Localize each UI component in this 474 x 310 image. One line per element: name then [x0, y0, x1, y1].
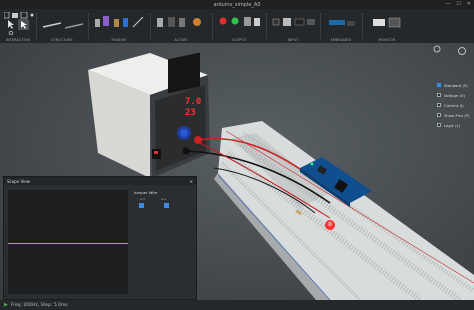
checkbox[interactable] — [437, 103, 441, 107]
group-interaction: INTERACTION — [0, 9, 36, 43]
mode-logic[interactable]: Logic (L) — [437, 120, 470, 130]
scope-close-button[interactable]: ✕ — [190, 179, 193, 184]
group-structure: STRUCTURE — [37, 9, 87, 43]
switch-icon — [283, 18, 291, 26]
view-settings-icon[interactable] — [433, 45, 441, 53]
scope-trace — [8, 243, 128, 244]
red-led[interactable] — [325, 220, 335, 230]
display-icon — [244, 17, 251, 26]
group-label: PASSIVE — [111, 38, 127, 42]
arduino-board-icon — [329, 20, 345, 25]
scope-screen — [8, 190, 128, 294]
wire-icon — [42, 22, 62, 28]
resistor-icon — [95, 19, 100, 27]
mode-voltage[interactable]: Voltage (V) — [437, 90, 470, 100]
button-icon — [272, 18, 280, 26]
mode-label: Voltage (V) — [444, 92, 466, 98]
oscilloscope-icon — [388, 17, 401, 28]
minimize-button[interactable]: — — [445, 1, 450, 7]
play-icon[interactable]: ▶ — [4, 302, 8, 308]
rotate-icon — [8, 30, 14, 35]
scope-channel: Jumper Wire A V A A — [134, 190, 194, 208]
scope-title: Scope View — [7, 178, 30, 184]
voltage-display: 7.0 — [185, 97, 202, 107]
group-output: OUTPUT — [213, 9, 265, 43]
checkbox[interactable] — [437, 93, 441, 97]
checkbox[interactable] — [437, 83, 441, 87]
mode-standard[interactable]: Standard (S) — [437, 80, 470, 90]
group-input: INPUT — [267, 9, 319, 43]
group-label: EMBEDDED — [330, 38, 352, 42]
mode-label: Logic (L) — [444, 122, 461, 128]
breadboard-strip-icon — [64, 23, 84, 29]
red-led-icon — [219, 17, 227, 25]
mode-label: Standard (S) — [444, 82, 468, 88]
close-window-button[interactable]: ✕ — [467, 1, 471, 7]
breadboard[interactable] — [214, 121, 474, 300]
current-display: 23 — [185, 108, 196, 118]
camera-orbit-icon[interactable] — [458, 47, 466, 55]
mosfet-icon — [168, 17, 175, 27]
channel-voltage-checkbox[interactable] — [139, 203, 144, 208]
channel-voltage-label: A V — [140, 197, 146, 201]
channel-title: Jumper Wire — [134, 190, 158, 195]
capacitor-icon — [103, 16, 109, 26]
group-label: MONITOR — [378, 38, 396, 42]
chip-icon — [347, 21, 355, 26]
group-label: OUTPUT — [231, 38, 247, 42]
mode-label: Show Pins (P) — [444, 112, 470, 118]
group-monitor: MONITOR — [363, 9, 411, 43]
led-component-icon — [193, 18, 201, 26]
mode-show-pins[interactable]: Show Pins (P) — [437, 110, 470, 120]
group-label: INTERACTION — [5, 38, 31, 42]
status-text: Freq: 200Hz, Step: 5.0ms — [10, 302, 68, 308]
mode-current[interactable]: Current (I) — [437, 100, 470, 110]
diode-icon — [132, 16, 144, 28]
checkbox[interactable] — [437, 113, 441, 117]
cursor-icon — [8, 20, 14, 29]
keypad-icon — [307, 19, 315, 25]
scope-header[interactable]: Scope View ✕ — [4, 177, 196, 185]
mode-label: Current (I) — [444, 102, 464, 108]
status-bar: ▶ Freq: 200Hz, Step: 5.0ms — [0, 300, 474, 310]
inductor-icon — [114, 19, 119, 27]
channel-current-label: A A — [161, 197, 167, 201]
scope-view-panel[interactable]: Scope View ✕ Jumper Wire A V A A — [3, 176, 197, 300]
group-embedded: EMBEDDED — [321, 9, 361, 43]
green-led-icon — [231, 17, 239, 25]
display-mode-panel: Standard (S) Voltage (V) Current (I) Sho… — [437, 80, 470, 130]
group-label: STRUCTURE — [51, 38, 73, 42]
component-toolbar: INTERACTION STRUCTURE PASSIVE ACTIVE OUT… — [0, 9, 474, 44]
group-label: ACTIVE — [174, 38, 188, 42]
sensor-icon — [294, 18, 305, 26]
checkbox[interactable] — [437, 123, 441, 127]
window-controls: — ☐ ✕ — [445, 1, 471, 7]
regulator-icon — [179, 18, 185, 27]
group-passive: PASSIVE — [89, 9, 149, 43]
title-bar: arduino_simple_A0 — ☐ ✕ — [0, 0, 474, 9]
window-title: arduino_simple_A0 — [213, 1, 261, 8]
transistor-icon — [157, 18, 163, 27]
trimmer-icon — [123, 18, 128, 27]
maximize-button[interactable]: ☐ — [456, 1, 460, 7]
channel-current-checkbox[interactable] — [164, 203, 169, 208]
motor-icon — [254, 18, 260, 26]
group-label: INPUT — [287, 38, 299, 42]
group-active: ACTIVE — [151, 9, 211, 43]
multimeter-icon — [373, 19, 385, 26]
